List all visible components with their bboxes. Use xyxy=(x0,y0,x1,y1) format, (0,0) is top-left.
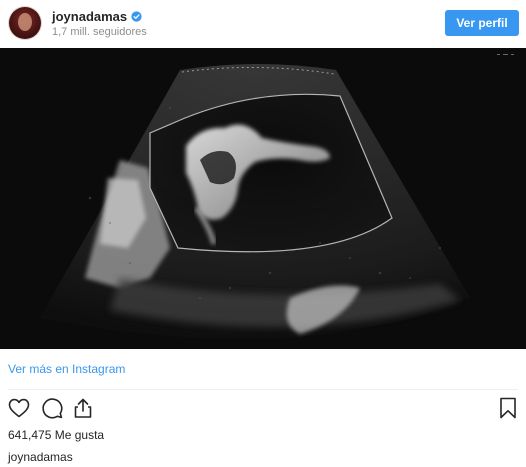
caption-username[interactable]: joynadamas xyxy=(8,450,73,464)
view-more-on-instagram-link[interactable]: Ver más en Instagram xyxy=(8,362,125,376)
action-bar xyxy=(0,396,526,422)
divider xyxy=(8,389,518,390)
instagram-embed: joynadamas 1,7 mill. seguidores Ver perf… xyxy=(0,0,526,467)
username[interactable]: joynadamas xyxy=(52,9,127,24)
verified-badge-icon xyxy=(131,10,142,22)
view-profile-button[interactable]: Ver perfil xyxy=(445,10,519,36)
bookmark-icon[interactable] xyxy=(496,396,520,420)
follower-count: 1,7 mill. seguidores xyxy=(52,26,147,38)
heart-icon[interactable] xyxy=(7,396,31,420)
ultrasound-image xyxy=(0,48,526,349)
avatar[interactable] xyxy=(9,7,41,39)
post-image[interactable] xyxy=(0,48,526,349)
share-icon[interactable] xyxy=(71,396,95,420)
post-header: joynadamas 1,7 mill. seguidores Ver perf… xyxy=(0,0,526,48)
comment-icon[interactable] xyxy=(40,396,64,420)
like-count: 641,475 Me gusta xyxy=(8,428,105,442)
username-row: joynadamas xyxy=(52,8,142,24)
